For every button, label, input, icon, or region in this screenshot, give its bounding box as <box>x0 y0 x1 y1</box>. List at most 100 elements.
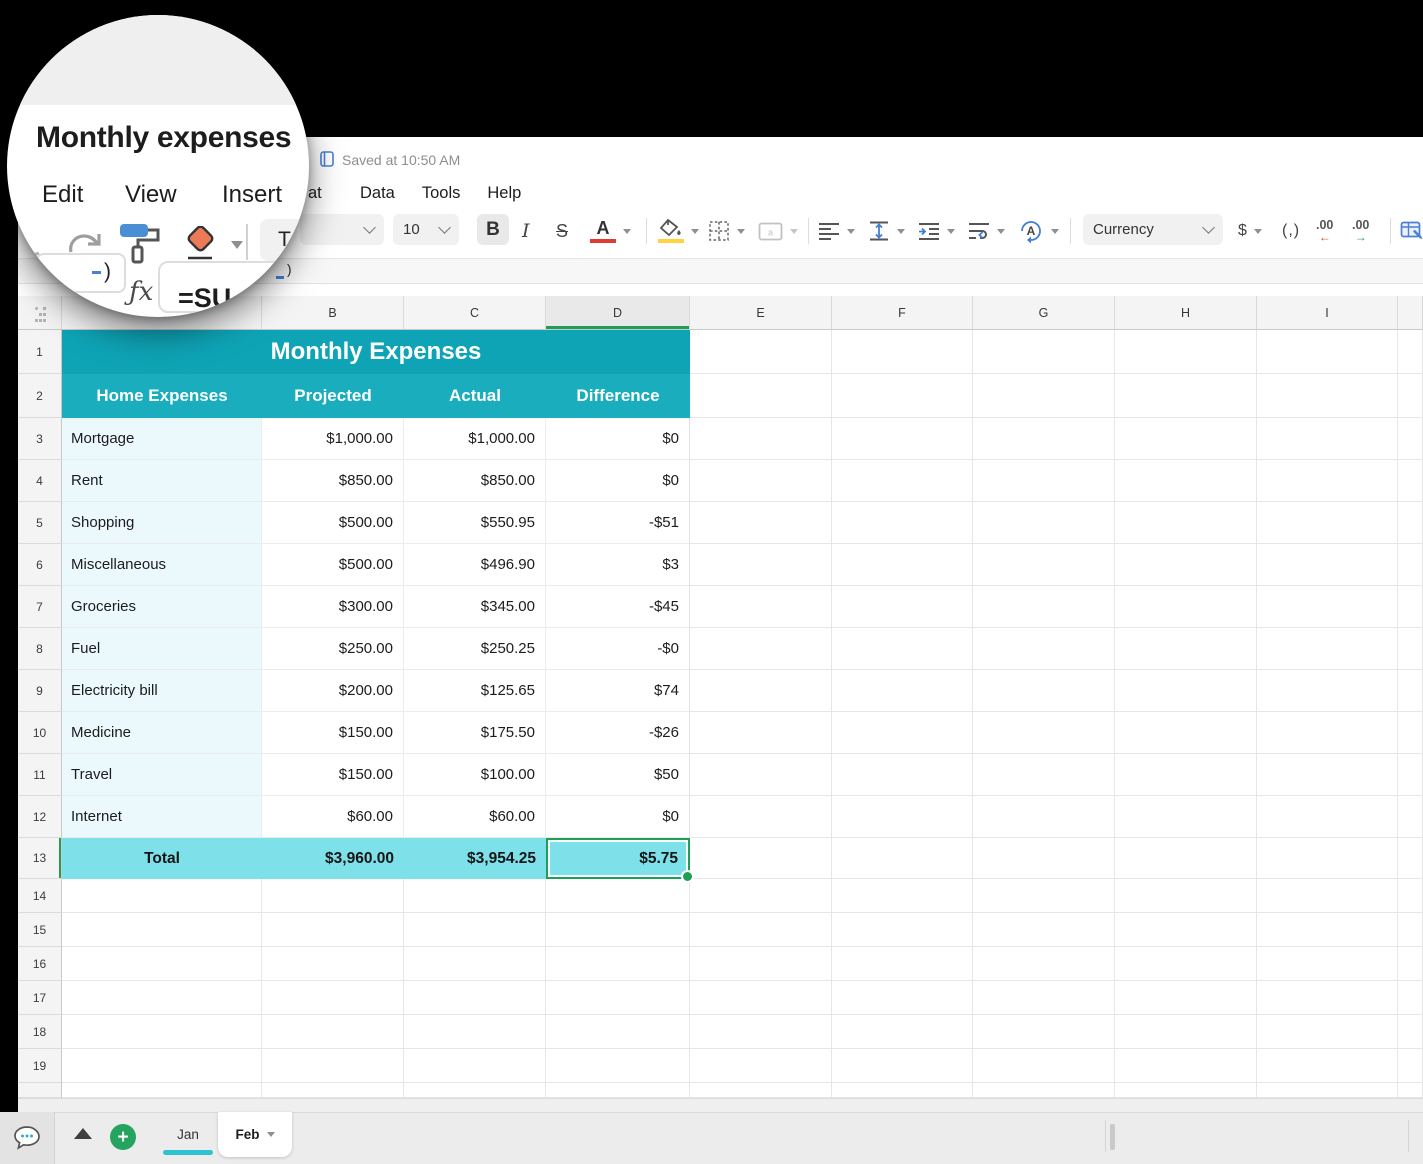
grid-cell[interactable] <box>690 1015 832 1049</box>
actual-cell[interactable]: $550.95 <box>404 502 546 544</box>
sheet-tab-jan[interactable]: Jan <box>160 1112 216 1157</box>
magnified-menu-item-insert[interactable]: Insert <box>222 181 282 209</box>
grid-cell[interactable] <box>1398 712 1423 754</box>
total-projected-cell[interactable]: $3,960.00 <box>262 838 404 879</box>
grid-cell[interactable] <box>973 502 1115 544</box>
total-label-cell[interactable]: Total <box>62 838 262 879</box>
difference-cell[interactable]: $0 <box>546 460 690 502</box>
column-header-f[interactable]: F <box>832 296 973 330</box>
row-header-13[interactable]: 13 <box>18 838 62 879</box>
grid-cell[interactable] <box>973 374 1115 418</box>
grid-cell[interactable] <box>973 544 1115 586</box>
grid-cell[interactable] <box>262 981 404 1015</box>
borders-button[interactable] <box>708 214 745 248</box>
grid-cell[interactable] <box>973 1049 1115 1083</box>
grid-cell[interactable] <box>1115 712 1257 754</box>
projected-cell[interactable]: $300.00 <box>262 586 404 628</box>
increase-decimal-button[interactable]: .00→ <box>1352 214 1369 248</box>
grid-cell[interactable] <box>690 418 832 460</box>
grid-cell[interactable] <box>1257 981 1398 1015</box>
grid-cell[interactable] <box>1398 1015 1423 1049</box>
grid-cell[interactable] <box>973 628 1115 670</box>
grid-cell[interactable] <box>973 947 1115 981</box>
row-header-12[interactable]: 12 <box>18 796 62 838</box>
actual-cell[interactable]: $250.25 <box>404 628 546 670</box>
row-header-1[interactable]: 1 <box>18 330 62 374</box>
grid-cell[interactable] <box>690 544 832 586</box>
menu-item-data[interactable]: Data <box>360 184 395 203</box>
actual-cell[interactable]: $345.00 <box>404 586 546 628</box>
grid-cell[interactable] <box>832 796 973 838</box>
grid-cell[interactable] <box>1115 586 1257 628</box>
grid-cell[interactable] <box>404 1083 546 1098</box>
grid-cell[interactable] <box>546 879 690 913</box>
grid-cell[interactable] <box>1398 879 1423 913</box>
grid-cell[interactable] <box>1115 460 1257 502</box>
grid-cell[interactable] <box>690 374 832 418</box>
text-rotation-caret[interactable] <box>1051 229 1059 234</box>
grid-cell[interactable] <box>1398 418 1423 460</box>
text-wrap-caret[interactable] <box>997 229 1005 234</box>
grid-cell[interactable] <box>404 981 546 1015</box>
grid-cell[interactable] <box>1398 544 1423 586</box>
grid-cell[interactable] <box>1115 502 1257 544</box>
projected-cell[interactable]: $150.00 <box>262 754 404 796</box>
grid-cell[interactable] <box>832 1083 973 1098</box>
comma-style-button[interactable]: (,) <box>1282 214 1300 248</box>
grid-cell[interactable] <box>973 330 1115 374</box>
table-header-cell[interactable]: Projected <box>262 374 404 418</box>
text-rotation-button[interactable]: A <box>1018 214 1059 248</box>
grid-cell[interactable] <box>832 374 973 418</box>
grid-cell[interactable] <box>404 1049 546 1083</box>
column-header-sliver[interactable] <box>1398 296 1423 330</box>
spreadsheet-title[interactable]: Monthly expenses <box>36 121 291 155</box>
grid-cell[interactable] <box>62 1015 262 1049</box>
grid-cell[interactable] <box>1115 796 1257 838</box>
grid-cell[interactable] <box>690 947 832 981</box>
grid-cell[interactable] <box>1257 628 1398 670</box>
grid-cell[interactable] <box>1257 947 1398 981</box>
fill-color-caret[interactable] <box>691 229 699 234</box>
horizontal-scrollbar[interactable] <box>18 1098 1423 1112</box>
difference-cell[interactable]: $3 <box>546 544 690 586</box>
projected-cell[interactable]: $850.00 <box>262 460 404 502</box>
actual-cell[interactable]: $60.00 <box>404 796 546 838</box>
grid-cell[interactable] <box>1398 913 1423 947</box>
grid-cell[interactable] <box>62 879 262 913</box>
eraser-icon[interactable] <box>180 226 220 262</box>
tab-scroll-thumb[interactable] <box>1110 1124 1115 1150</box>
magnified-font-dropdown[interactable]: T <box>260 219 309 261</box>
fill-handle[interactable] <box>681 870 694 883</box>
grid-cell[interactable] <box>832 1049 973 1083</box>
grid-cell[interactable] <box>832 586 973 628</box>
grid-cell[interactable] <box>973 586 1115 628</box>
grid-cell[interactable] <box>62 947 262 981</box>
grid-cell[interactable] <box>832 670 973 712</box>
grid-cell[interactable] <box>546 947 690 981</box>
actual-cell[interactable]: $496.90 <box>404 544 546 586</box>
expense-name-cell[interactable]: Groceries <box>62 586 262 628</box>
projected-cell[interactable]: $60.00 <box>262 796 404 838</box>
column-header-h[interactable]: H <box>1115 296 1257 330</box>
grid-cell[interactable] <box>262 913 404 947</box>
grid-cell[interactable] <box>832 418 973 460</box>
expense-name-cell[interactable]: Mortgage <box>62 418 262 460</box>
projected-cell[interactable]: $1,000.00 <box>262 418 404 460</box>
row-header-7[interactable]: 7 <box>18 586 62 628</box>
grid-cell[interactable] <box>1398 1049 1423 1083</box>
grid-cell[interactable] <box>1398 838 1423 879</box>
grid-cell[interactable] <box>62 1083 262 1098</box>
grid-cell[interactable] <box>1398 460 1423 502</box>
eraser-caret[interactable] <box>231 241 243 249</box>
grid-cell[interactable] <box>1257 913 1398 947</box>
vertical-align-button[interactable] <box>868 214 905 248</box>
grid-cell[interactable] <box>973 670 1115 712</box>
grid-cell[interactable] <box>832 628 973 670</box>
grid-cell[interactable] <box>1398 502 1423 544</box>
grid-cell[interactable] <box>973 460 1115 502</box>
grid-cell[interactable] <box>262 947 404 981</box>
row-header-5[interactable]: 5 <box>18 502 62 544</box>
grid-cell[interactable] <box>1257 330 1398 374</box>
grid-cell[interactable] <box>973 913 1115 947</box>
projected-cell[interactable]: $250.00 <box>262 628 404 670</box>
